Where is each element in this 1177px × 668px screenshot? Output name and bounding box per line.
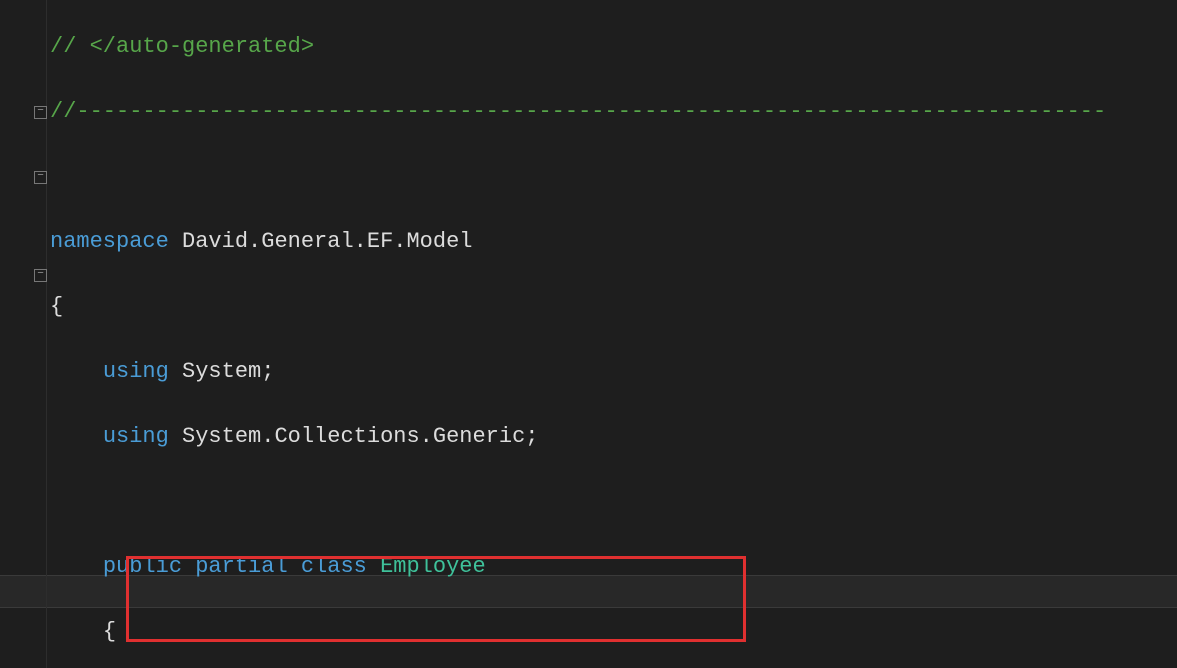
keyword-partial: partial (195, 554, 287, 579)
code-line[interactable] (50, 161, 1106, 194)
brace: { (50, 294, 63, 319)
type-name: Employee (380, 554, 486, 579)
keyword-namespace: namespace (50, 229, 169, 254)
code-line[interactable]: { (50, 291, 1106, 324)
keyword-using: using (103, 359, 169, 384)
namespace-name: David.General.EF.Model (169, 229, 473, 254)
fold-toggle[interactable] (34, 171, 47, 184)
keyword-class: class (301, 554, 367, 579)
using-target: System.Collections.Generic; (169, 424, 539, 449)
fold-toggle[interactable] (34, 269, 47, 282)
code-line[interactable] (50, 486, 1106, 519)
code-line[interactable]: using System.Collections.Generic; (50, 421, 1106, 454)
code-editor[interactable]: // </auto-generated> //-----------------… (0, 0, 1177, 668)
code-line[interactable]: // </auto-generated> (50, 31, 1106, 64)
code-area[interactable]: // </auto-generated> //-----------------… (50, 0, 1106, 668)
keyword-public: public (103, 554, 182, 579)
code-line[interactable]: using System; (50, 356, 1106, 389)
code-line[interactable]: { (50, 616, 1106, 649)
keyword-using: using (103, 424, 169, 449)
gutter (0, 0, 47, 668)
comment: //--------------------------------------… (50, 99, 1106, 124)
code-line[interactable]: public partial class Employee (50, 551, 1106, 584)
brace: { (103, 619, 116, 644)
fold-toggle[interactable] (34, 106, 47, 119)
comment: // </auto-generated> (50, 34, 314, 59)
code-line[interactable]: //--------------------------------------… (50, 96, 1106, 129)
using-target: System; (169, 359, 275, 384)
code-line[interactable]: namespace David.General.EF.Model (50, 226, 1106, 259)
